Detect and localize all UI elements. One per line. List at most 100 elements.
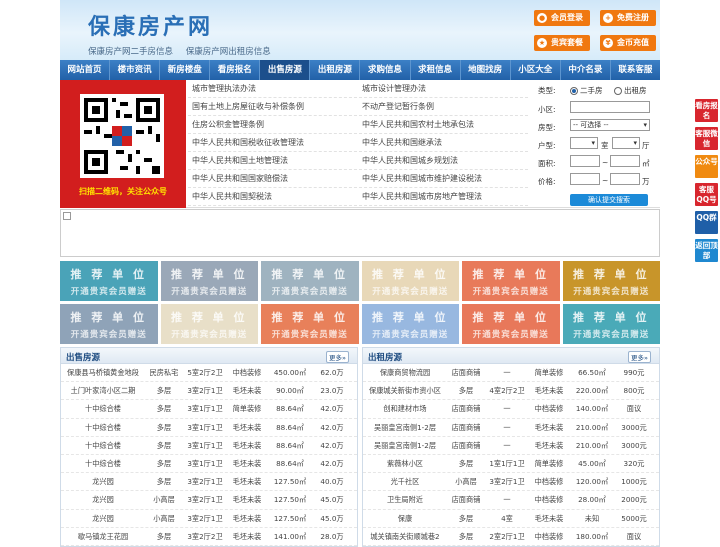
listing-row[interactable]: 十中综合楼 多层 3室1厅1卫 简单装修 88.64㎡ 42.0万 xyxy=(61,400,357,419)
listing-row[interactable]: 龙兴园 多层 3室2厅1卫 毛坯未装 127.50㎡ 40.0万 xyxy=(61,473,357,492)
listing-row[interactable]: 保康 多层 4室 毛坯未装 未知 5000元 xyxy=(363,510,659,528)
listing-cell: 保康县马桥镇黄金地段 xyxy=(67,368,139,377)
recommended-unit-ad[interactable]: 推 荐 单 位开通贵宾会员赠送 xyxy=(562,304,660,344)
recommended-unit-ad[interactable]: 推 荐 单 位开通贵宾会员赠送 xyxy=(361,304,459,344)
listing-row[interactable]: 吴丽皇宫南侧1-2层 店面商铺 一 毛坯未装 210.00㎡ 3000元 xyxy=(363,419,659,437)
policy-link[interactable]: 中华人民共和国城乡规划法 xyxy=(358,152,528,169)
listing-row[interactable]: 保康城关新街市资小区 多层 4室2厅2卫 毛坯未装 220.00㎡ 800元 xyxy=(363,382,659,401)
listing-cell: 毛坯未装 xyxy=(534,440,564,450)
rent-more-link[interactable]: 更多» xyxy=(628,351,651,363)
recommended-unit-ad[interactable]: 推 荐 单 位开通贵宾会员赠送 xyxy=(60,304,158,344)
nav-item[interactable]: 小区大全 xyxy=(511,60,561,80)
policy-link[interactable]: 中华人民共和国土地管理法 xyxy=(188,152,358,169)
policy-link[interactable]: 国有土地上房屋征收与补偿条例 xyxy=(188,98,358,115)
policy-row: 住房公积金管理条例 中华人民共和国农村土地承包法 xyxy=(188,116,528,134)
policy-link[interactable]: 不动产登记暂行条例 xyxy=(358,98,528,115)
policy-link[interactable]: 中华人民共和国契税法 xyxy=(188,188,358,205)
recommended-unit-ad[interactable]: 推 荐 单 位开通贵宾会员赠送 xyxy=(261,261,359,301)
login-button[interactable]: ● 会员登录 xyxy=(534,10,590,26)
recommended-unit-ad[interactable]: 推 荐 单 位开通贵宾会员赠送 xyxy=(562,261,660,301)
listing-row[interactable]: 土门叶家湾小区二期 多层 3室2厅1卫 毛坯未装 90.00㎡ 23.0万 xyxy=(61,382,357,401)
nav-item[interactable]: 新房楼盘 xyxy=(160,60,211,80)
nav-item[interactable]: 出售房源 xyxy=(260,60,311,80)
listing-cell: 简单装修 xyxy=(534,368,564,377)
listing-row[interactable]: 光千社区 小高层 3室2厅1卫 中档装修 120.00㎡ 1000元 xyxy=(363,473,659,492)
listing-row[interactable]: 创和建材市场 店面商铺 一 中档装修 140.00㎡ 面议 xyxy=(363,400,659,419)
price-max-input[interactable] xyxy=(610,173,640,185)
policy-link[interactable]: 中华人民共和国城市维护建设税法 xyxy=(358,170,528,187)
coin-recharge-button[interactable]: ¥ 金币充值 xyxy=(600,35,656,51)
side-button[interactable]: QQ群 xyxy=(695,211,718,234)
listing-cell: 3室2厅1卫 xyxy=(187,495,223,505)
listing-cell: 210.00㎡ xyxy=(575,440,609,450)
register-button[interactable]: + 免费注册 xyxy=(600,10,656,26)
listing-row[interactable]: 卫生局附近 店面商铺 一 中档装修 28.00㎡ 2000元 xyxy=(363,491,659,510)
nav-item[interactable]: 出租房源 xyxy=(310,60,361,80)
policy-link[interactable]: 中华人民共和国国家赔偿法 xyxy=(188,170,358,187)
listing-cell: 简单装修 xyxy=(232,404,262,414)
recommended-unit-ad[interactable]: 推 荐 单 位开通贵宾会员赠送 xyxy=(160,304,258,344)
price-min-input[interactable] xyxy=(570,173,600,185)
listing-row[interactable]: 龙兴园 小高层 3室2厅1卫 毛坯未装 127.50㎡ 45.0万 xyxy=(61,510,357,528)
policy-link[interactable]: 住房公积金管理条例 xyxy=(188,116,358,133)
hall-select[interactable]: ▾ xyxy=(612,137,640,149)
listing-row[interactable]: 保康县马桥镇黄金地段 民房私宅 5室2厅2卫 中档装修 450.00㎡ 62.0万 xyxy=(61,364,357,383)
listing-cell: 十中综合楼 xyxy=(85,440,121,450)
listing-row[interactable]: 龙兴园 小高层 3室2厅1卫 毛坯未装 127.50㎡ 45.0万 xyxy=(61,491,357,510)
radio-chuzufang[interactable]: 出租房 xyxy=(614,85,647,96)
nav-item[interactable]: 地图找房 xyxy=(461,60,511,80)
listing-row[interactable]: 十中综合楼 多层 3室1厅1卫 毛坯未装 88.64㎡ 42.0万 xyxy=(61,419,357,437)
listing-row[interactable]: 吴丽皇宫南侧1-2层 店面商铺 一 毛坯未装 210.00㎡ 3000元 xyxy=(363,437,659,455)
nav-item[interactable]: 网站首页 xyxy=(60,60,111,80)
listing-cell: 中档装修 xyxy=(534,531,564,541)
nav-item[interactable]: 看房报名 xyxy=(210,60,261,80)
policy-link[interactable]: 城市管理执法办法 xyxy=(188,80,358,97)
house-type-select[interactable]: -- 可选择 -- ▾ xyxy=(570,119,650,131)
listing-row[interactable]: 歇马镇龙王花园 多层 3室2厅2卫 毛坯未装 141.00㎡ 28.0万 xyxy=(61,528,357,546)
listing-row[interactable]: 十中综合楼 多层 3室1厅1卫 毛坯未装 88.64㎡ 42.0万 xyxy=(61,437,357,455)
nav-item[interactable]: 求购信息 xyxy=(360,60,411,80)
qr-code-icon xyxy=(80,94,164,178)
recommended-unit-ad[interactable]: 推 荐 单 位开通贵宾会员赠送 xyxy=(60,261,158,301)
listing-row[interactable]: 城关镇南关街顺城巷2 多层 2室2厅1卫 中档装修 180.00㎡ 面议 xyxy=(363,528,659,546)
room-select[interactable]: ▾ xyxy=(570,137,598,149)
community-input[interactable] xyxy=(570,101,650,113)
site-title[interactable]: 保康房产网 xyxy=(88,9,213,41)
side-button[interactable]: 看房报名 xyxy=(695,99,718,122)
banner-image[interactable] xyxy=(60,209,660,257)
listing-cell: 3室1厅1卫 xyxy=(187,458,223,468)
policy-link[interactable]: 中华人民共和国城市房地产管理法 xyxy=(358,188,528,205)
policy-link[interactable]: 中华人民共和国农村土地承包法 xyxy=(358,116,528,133)
nav-item[interactable]: 楼市资讯 xyxy=(110,60,161,80)
recommended-unit-ad[interactable]: 推 荐 单 位开通贵宾会员赠送 xyxy=(160,261,258,301)
area-min-input[interactable] xyxy=(570,155,600,167)
policy-link[interactable]: 城市设计管理办法 xyxy=(358,80,528,97)
radio-ershoufang[interactable]: 二手房 xyxy=(570,85,603,96)
nav-item[interactable]: 联系客服 xyxy=(611,60,660,80)
nav-item[interactable]: 求租信息 xyxy=(411,60,461,80)
nav-item[interactable]: 中介名录 xyxy=(561,60,611,80)
listing-row[interactable]: 十中综合楼 多层 3室1厅1卫 毛坯未装 88.64㎡ 42.0万 xyxy=(61,455,357,474)
policy-link[interactable]: 中华人民共和国继承法 xyxy=(358,134,528,151)
side-button[interactable]: 客服微信 xyxy=(695,127,718,150)
listing-row[interactable]: 紫薇林小区 多层 1室1厅1卫 简单装修 45.00㎡ 320元 xyxy=(363,455,659,474)
policy-link[interactable]: 中华人民共和国税收征收管理法 xyxy=(188,134,358,151)
search-submit-button[interactable]: 确认提交搜索 xyxy=(570,194,648,206)
listing-cell: 毛坯未装 xyxy=(232,386,262,396)
listing-cell: 多层 xyxy=(458,513,474,523)
area-max-input[interactable] xyxy=(610,155,640,167)
recommended-unit-ad[interactable]: 推 荐 单 位开通贵宾会员赠送 xyxy=(462,304,560,344)
side-button[interactable]: 返回顶部 xyxy=(695,239,718,262)
listing-row[interactable]: 保康商贸物流园 店面商铺 一 简单装修 66.50㎡ 990元 xyxy=(363,364,659,383)
listing-cell: 一 xyxy=(503,440,511,450)
recommended-unit-ad[interactable]: 推 荐 单 位开通贵宾会员赠送 xyxy=(261,304,359,344)
side-button[interactable]: 客服QQ号 xyxy=(695,183,718,206)
header-sub-links: 保康房产网二手房信息 保康房产网出租房信息 xyxy=(88,45,281,57)
recommended-unit-ad[interactable]: 推 荐 单 位开通贵宾会员赠送 xyxy=(361,261,459,301)
recommended-unit-ad[interactable]: 推 荐 单 位开通贵宾会员赠送 xyxy=(462,261,560,301)
vip-package-button[interactable]: ★ 贵宾套餐 xyxy=(534,35,590,51)
side-button[interactable]: 公众号 xyxy=(695,155,718,178)
sub-link-ershoufang[interactable]: 保康房产网二手房信息 xyxy=(88,47,173,57)
sale-more-link[interactable]: 更多» xyxy=(326,351,349,363)
sub-link-chuzu[interactable]: 保康房产网出租房信息 xyxy=(186,47,271,57)
